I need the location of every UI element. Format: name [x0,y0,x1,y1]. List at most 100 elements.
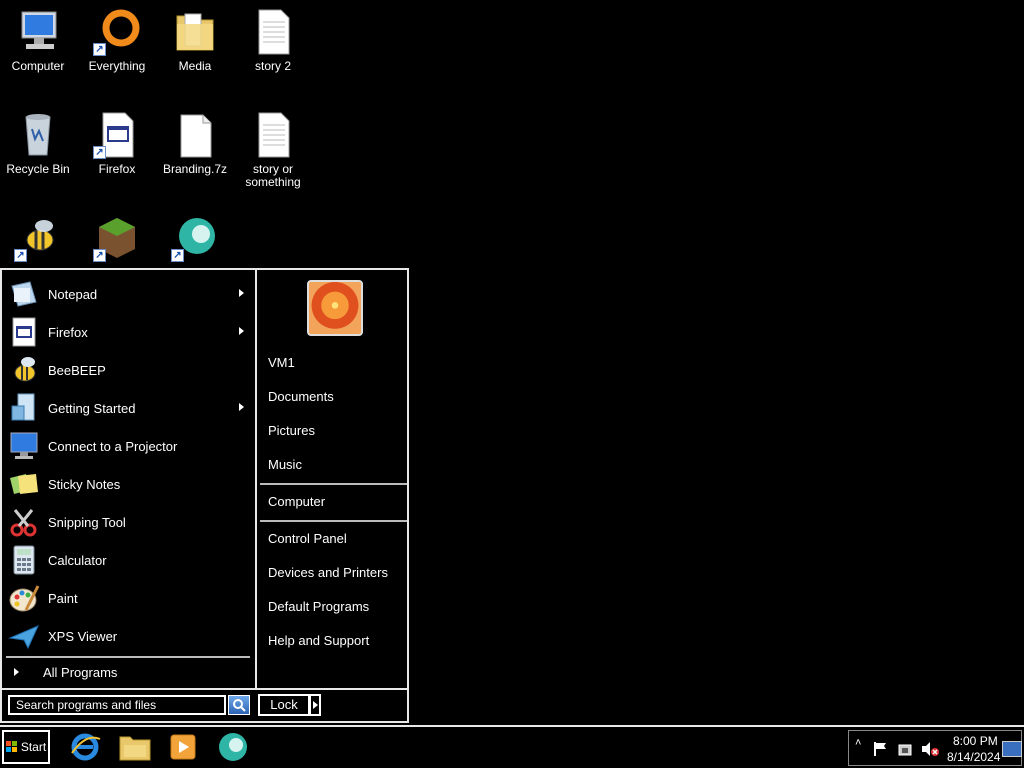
text-document-icon [249,8,297,56]
pictures-link[interactable]: Pictures [268,423,315,438]
start-menu-places-pane: VM1 Documents Pictures Music Computer Co… [257,270,407,688]
program-label: BeeBEEP [48,362,106,378]
teal-bird-icon: ↗ [171,214,219,262]
desktop-icon-label: Branding.7z [162,162,228,176]
separator [260,483,407,485]
music-link[interactable]: Music [268,457,302,472]
file-explorer-icon[interactable] [118,731,152,763]
desktop-icon-recycle-bin[interactable]: Recycle Bin [0,111,78,176]
show-hidden-icons-icon[interactable]: ˄ [855,737,861,749]
desktop-icon-label: Computer [11,59,65,73]
shortcut-arrow-icon: ↗ [171,249,184,262]
program-label: Notepad [48,286,98,302]
bee-icon: ↗ [14,214,62,262]
program-label: Calculator [48,552,107,568]
computer-link[interactable]: Computer [268,494,325,509]
submenu-arrow-icon [239,403,244,411]
desktop-icon-label: Media [178,59,212,73]
program-label: Connect to a Projector [48,438,178,454]
recycle-bin-icon [14,111,62,159]
everything-icon: ↗ [93,8,141,56]
program-xps-viewer[interactable]: XPS Viewer [8,617,248,655]
paper-plane-icon [8,620,40,652]
media-player-icon[interactable] [166,731,200,763]
separator [260,520,407,522]
desktop-icon-teal-app[interactable]: ↗ [155,214,235,262]
program-beebeep[interactable]: BeeBEEP [8,351,248,389]
notepad-icon [8,278,40,310]
program-firefox[interactable]: Firefox [8,313,248,351]
desktop-icon-story-2[interactable]: story 2 [233,8,313,73]
shortcut-arrow-icon: ↗ [93,146,106,159]
show-desktop-icon[interactable] [1002,741,1022,757]
search-icon[interactable] [228,695,250,715]
program-getting-started[interactable]: Getting Started [8,389,248,427]
desktop-icon-branding-7z[interactable]: Branding.7z [155,111,235,176]
desktop-icon-minecraft[interactable]: ↗ [77,214,157,262]
desktop-icon-label: Firefox [98,162,136,176]
taskbar: Start ˄ 8:00 PM 8/14/2024 [0,725,1024,768]
program-connect-to-a-projector[interactable]: Connect to a Projector [8,427,248,465]
network-icon[interactable] [897,741,913,757]
help-and-support-link[interactable]: Help and Support [268,633,369,648]
shortcut-arrow-icon: ↗ [14,249,27,262]
start-menu-programs-pane: Notepad Firefox BeeBEEP Getting Started … [2,270,257,688]
documents-link[interactable]: Documents [268,389,334,404]
desktop-icon-label: story or something [245,162,301,189]
computer-icon [14,8,62,56]
program-paint[interactable]: Paint [8,579,248,617]
program-sticky-notes[interactable]: Sticky Notes [8,465,248,503]
submenu-arrow-icon [239,289,244,297]
all-programs-button[interactable]: All Programs [6,656,250,686]
default-programs-link[interactable]: Default Programs [268,599,369,614]
shutdown-options-arrow-icon[interactable] [309,694,321,716]
getting-started-icon [8,392,40,424]
user-avatar[interactable] [307,280,363,336]
devices-and-printers-link[interactable]: Devices and Printers [268,565,388,580]
program-snipping-tool[interactable]: Snipping Tool [8,503,248,541]
volume-muted-icon[interactable] [921,741,939,757]
clock-date[interactable]: 8/14/2024 [947,750,1000,764]
paint-palette-icon [8,582,40,614]
scissors-icon [8,506,40,538]
desktop-icon-label: Everything [88,59,146,73]
program-label: Sticky Notes [48,476,121,492]
lock-button[interactable]: Lock [258,694,310,716]
desktop-icon-story-or-something[interactable]: story or something [233,111,313,189]
internet-explorer-icon[interactable] [68,731,102,763]
windows-logo-icon [5,741,17,752]
grass-block-icon: ↗ [93,214,141,262]
program-calculator[interactable]: Calculator [8,541,248,579]
desktop-icon-everything[interactable]: ↗ Everything [77,8,157,73]
user-folder-link[interactable]: VM1 [268,355,295,370]
file-icon [171,111,219,159]
program-label: Paint [48,590,78,606]
control-panel-link[interactable]: Control Panel [268,531,347,546]
firefox-window-icon: ↗ [93,111,141,159]
action-center-flag-icon[interactable] [873,741,889,757]
desktop-icon-label: story 2 [254,59,291,73]
folder-icon [171,8,219,56]
program-notepad[interactable]: Notepad [8,275,248,313]
projector-monitor-icon [8,430,40,462]
teal-bird-icon[interactable] [216,731,250,763]
desktop-icon-media[interactable]: Media [155,8,235,73]
firefox-window-icon [8,316,40,348]
clock-time[interactable]: 8:00 PM [953,734,998,748]
all-programs-label: All Programs [43,664,118,680]
desktop-icon-computer[interactable]: Computer [0,8,78,73]
text-document-icon [249,111,297,159]
desktop-icon-beebeep[interactable]: ↗ [0,214,78,262]
start-label: Start [20,740,47,754]
search-input[interactable] [8,695,226,715]
sticky-notes-icon [8,468,40,500]
system-tray: ˄ 8:00 PM 8/14/2024 [848,730,1022,766]
submenu-arrow-icon [239,327,244,335]
expand-arrow-icon [14,668,19,676]
start-button[interactable]: Start [2,730,50,764]
desktop-icon-label: Recycle Bin [6,162,70,176]
program-label: XPS Viewer [48,628,118,644]
program-label: Snipping Tool [48,514,126,530]
start-menu: Notepad Firefox BeeBEEP Getting Started … [0,268,409,723]
desktop-icon-firefox[interactable]: ↗ Firefox [77,111,157,176]
